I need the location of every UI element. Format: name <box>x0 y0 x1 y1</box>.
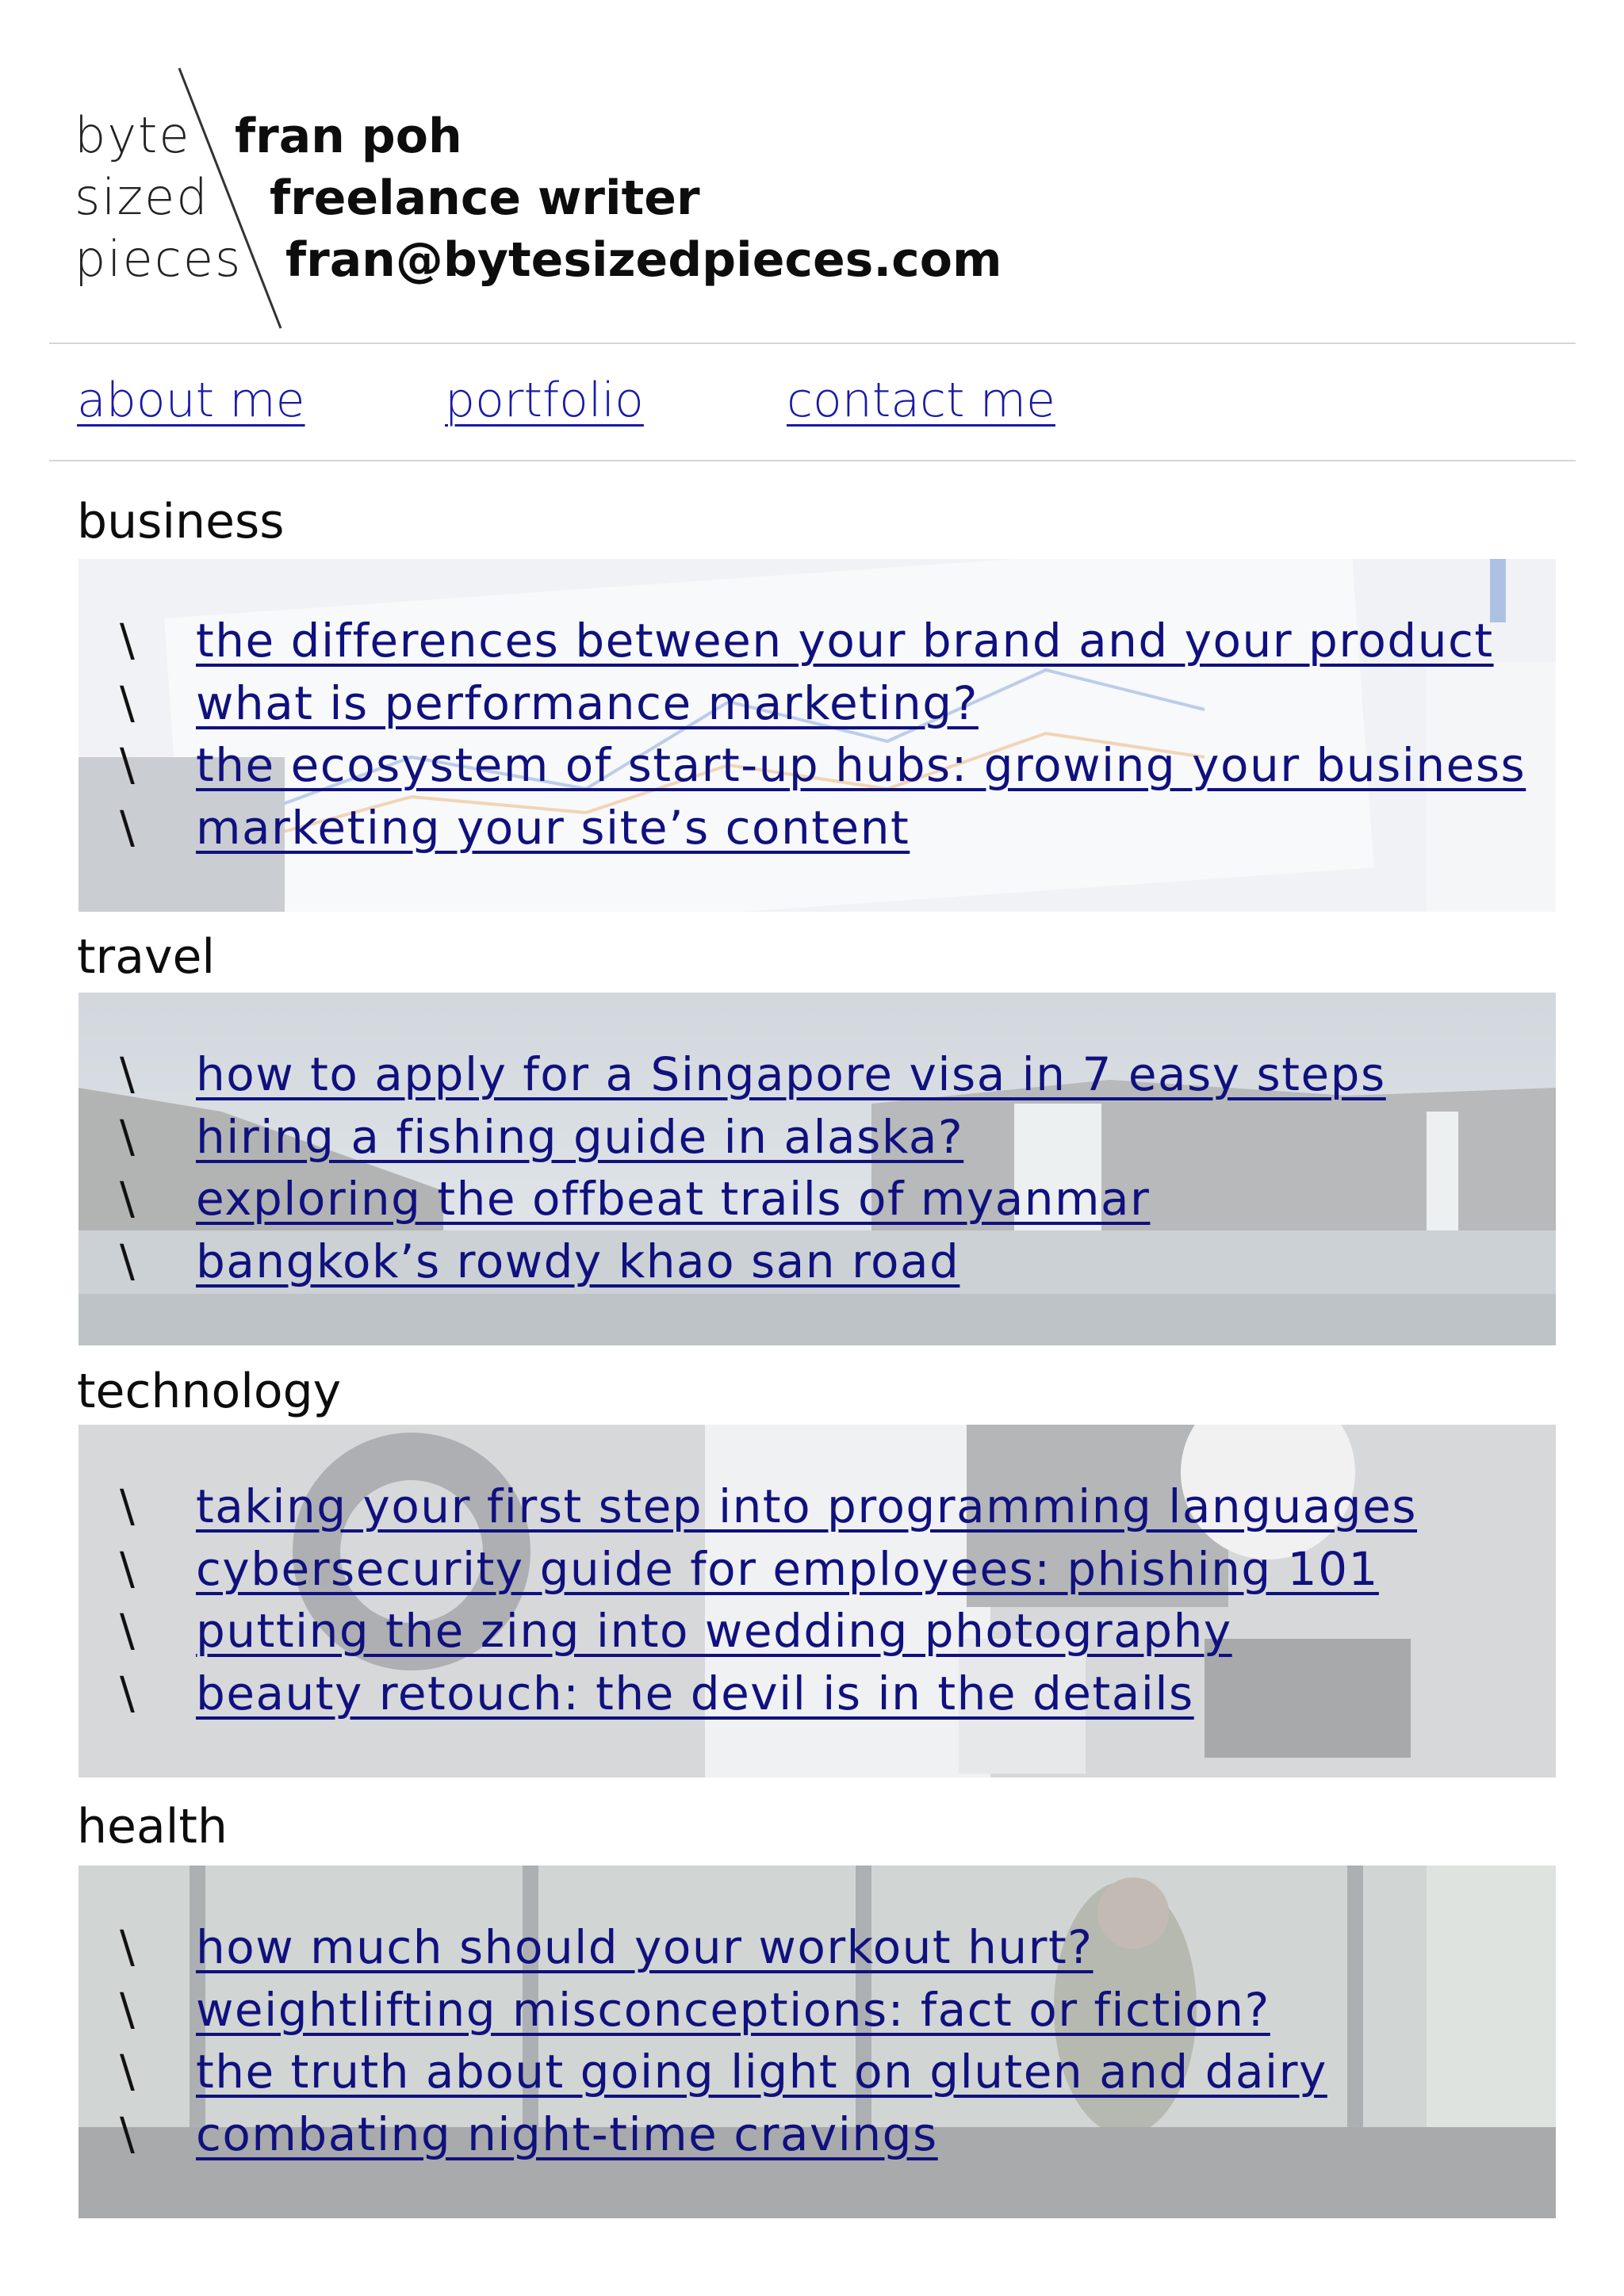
backslash-bullet-icon: \ <box>120 2046 135 2098</box>
article-link[interactable]: how to apply for a Singapore visa in 7 e… <box>196 1049 1386 1100</box>
nav-divider <box>49 460 1576 461</box>
list-item: \ the ecosystem of start-up hubs: growin… <box>79 740 1556 803</box>
article-link[interactable]: bangkok’s rowdy khao san road <box>196 1236 959 1288</box>
list-item: \ putting the zing into wedding photogra… <box>79 1605 1556 1669</box>
section-banner: \ the differences between your brand and… <box>79 559 1556 912</box>
article-list: \ how much should your workout hurt? \ w… <box>79 1922 1556 2172</box>
article-link[interactable]: exploring the offbeat trails of myanmar <box>196 1173 1150 1225</box>
list-item: \ taking your first step into programmin… <box>79 1481 1556 1544</box>
section-title: business <box>77 494 285 549</box>
backslash-bullet-icon: \ <box>120 1984 135 2036</box>
backslash-bullet-icon: \ <box>120 1605 135 1657</box>
author-role: freelance writer <box>270 170 700 226</box>
author-email: fran@bytesizedpieces.com <box>285 232 1002 288</box>
article-link[interactable]: marketing your site’s content <box>196 802 910 854</box>
article-list: \ the differences between your brand and… <box>79 615 1556 866</box>
list-item: \ the differences between your brand and… <box>79 615 1556 679</box>
section-title: health <box>77 1799 228 1854</box>
backslash-bullet-icon: \ <box>120 1049 135 1100</box>
article-link[interactable]: combating night-time cravings <box>196 2109 938 2160</box>
list-item: \ marketing your site’s content <box>79 802 1556 866</box>
list-item: \ the truth about going light on gluten … <box>79 2046 1556 2110</box>
nav-about-link[interactable]: about me <box>77 377 305 424</box>
backslash-bullet-icon: \ <box>120 1667 135 1720</box>
article-link[interactable]: what is performance marketing? <box>196 678 979 729</box>
logo-word-byte: byte <box>75 106 191 164</box>
backslash-bullet-icon: \ <box>120 677 135 729</box>
backslash-bullet-icon: \ <box>120 1111 135 1163</box>
article-link[interactable]: putting the zing into wedding photograph… <box>196 1605 1232 1657</box>
section-banner: \ how much should your workout hurt? \ w… <box>79 1866 1556 2218</box>
list-item: \ bangkok’s rowdy khao san road <box>79 1235 1556 1299</box>
backslash-bullet-icon: \ <box>120 1922 135 1973</box>
list-item: \ how to apply for a Singapore visa in 7… <box>79 1049 1556 1112</box>
backslash-bullet-icon: \ <box>120 1235 135 1288</box>
section-title: travel <box>77 929 216 985</box>
nav-contact-link[interactable]: contact me <box>787 377 1055 424</box>
list-item: \ how much should your workout hurt? <box>79 1922 1556 1985</box>
backslash-bullet-icon: \ <box>120 1481 135 1533</box>
article-list: \ taking your first step into programmin… <box>79 1481 1556 1732</box>
list-item: \ combating night-time cravings <box>79 2108 1556 2172</box>
backslash-bullet-icon: \ <box>120 2108 135 2160</box>
backslash-bullet-icon: \ <box>120 1543 135 1595</box>
section-banner: \ taking your first step into programmin… <box>79 1425 1556 1777</box>
backslash-bullet-icon: \ <box>120 740 135 791</box>
article-link[interactable]: weightlifting misconceptions: fact or fi… <box>196 1984 1270 2036</box>
list-item: \ what is performance marketing? <box>79 677 1556 741</box>
article-link[interactable]: the ecosystem of start-up hubs: growing … <box>196 740 1526 791</box>
section-title: technology <box>77 1364 342 1419</box>
article-list: \ how to apply for a Singapore visa in 7… <box>79 1049 1556 1299</box>
section-banner: \ how to apply for a Singapore visa in 7… <box>79 993 1556 1345</box>
site-header: byte sized pieces fran poh freelance wri… <box>0 0 1624 341</box>
author-name: fran poh <box>235 109 462 164</box>
list-item: \ hiring a fishing guide in alaska? <box>79 1112 1556 1175</box>
article-link[interactable]: the truth about going light on gluten an… <box>196 2046 1327 2098</box>
backslash-bullet-icon: \ <box>120 802 135 854</box>
list-item: \ exploring the offbeat trails of myanma… <box>79 1173 1556 1237</box>
list-item: \ weightlifting misconceptions: fact or … <box>79 1984 1556 2048</box>
list-item: \ cybersecurity guide for employees: phi… <box>79 1544 1556 1607</box>
header-divider <box>49 342 1576 344</box>
backslash-bullet-icon: \ <box>120 1173 135 1225</box>
article-link[interactable]: cybersecurity guide for employees: phish… <box>196 1544 1379 1595</box>
article-link[interactable]: beauty retouch: the devil is in the deta… <box>196 1668 1194 1720</box>
article-link[interactable]: the differences between your brand and y… <box>196 615 1494 667</box>
nav-portfolio-link[interactable]: portfolio <box>445 377 644 424</box>
article-link[interactable]: how much should your workout hurt? <box>196 1922 1094 1973</box>
article-link[interactable]: taking your first step into programming … <box>196 1481 1417 1533</box>
backslash-bullet-icon: \ <box>120 615 135 667</box>
list-item: \ beauty retouch: the devil is in the de… <box>79 1667 1556 1732</box>
article-link[interactable]: hiring a fishing guide in alaska? <box>196 1112 963 1163</box>
